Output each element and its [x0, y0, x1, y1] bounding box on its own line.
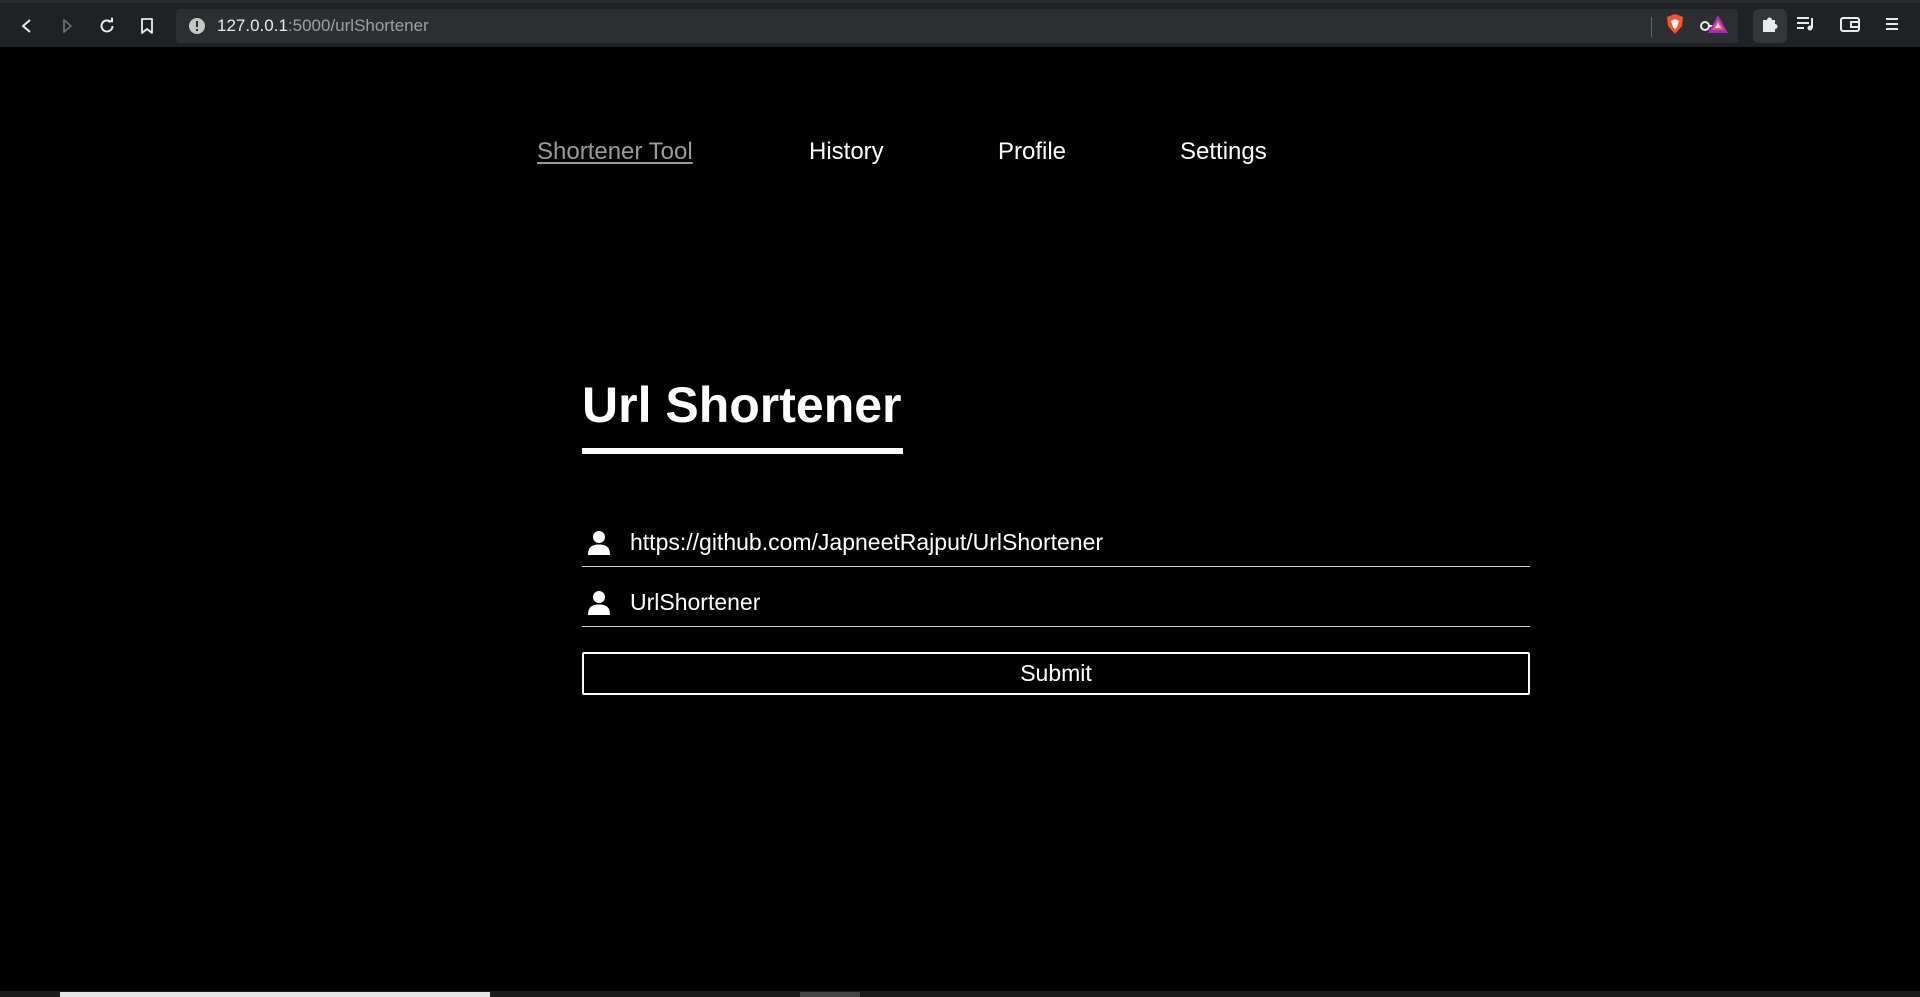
- scrollbar-thumb[interactable]: [60, 992, 490, 997]
- playlist-button[interactable]: [1792, 12, 1820, 40]
- playlist-icon: [1795, 15, 1817, 38]
- brave-shield-icon: [1665, 13, 1685, 40]
- title-underline: [582, 448, 903, 454]
- back-icon: [18, 17, 36, 35]
- nav-profile[interactable]: Profile: [998, 136, 1066, 168]
- back-button[interactable]: [12, 11, 42, 41]
- forward-icon: [58, 17, 76, 35]
- url-text[interactable]: 127.0.0.1:5000/urlShortener: [217, 17, 429, 35]
- url-path: :5000/urlShortener: [287, 16, 429, 35]
- user-icon: [587, 590, 611, 616]
- bookmark-button[interactable]: [132, 11, 162, 41]
- long-url-input[interactable]: [630, 523, 1520, 561]
- brave-rewards-icon: [1707, 14, 1729, 39]
- extensions-button[interactable]: [1753, 9, 1787, 43]
- info-icon[interactable]: [188, 17, 206, 35]
- submit-button[interactable]: Submit: [582, 652, 1530, 695]
- scrollbar-marker: [800, 992, 860, 997]
- bookmark-icon: [139, 17, 155, 35]
- horizontal-scrollbar[interactable]: [0, 991, 1920, 997]
- url-field[interactable]: [582, 517, 1530, 567]
- nav-settings[interactable]: Settings: [1180, 136, 1267, 168]
- toolbar-divider: [1651, 17, 1652, 37]
- reload-icon: [98, 17, 116, 35]
- puzzle-icon: [1760, 14, 1780, 39]
- reload-button[interactable]: [92, 11, 122, 41]
- forward-button[interactable]: [52, 11, 82, 41]
- browser-toolbar: 127.0.0.1:5000/urlShortener: [0, 0, 1920, 47]
- main-menu-button[interactable]: [1878, 12, 1906, 40]
- brave-shields-button[interactable]: [1661, 12, 1689, 40]
- nav-history[interactable]: History: [809, 136, 884, 168]
- address-bar[interactable]: 127.0.0.1:5000/urlShortener: [176, 9, 1738, 43]
- nav-shortener-tool[interactable]: Shortener Tool: [537, 136, 693, 168]
- user-icon: [587, 530, 611, 556]
- hamburger-menu-icon: [1883, 15, 1901, 38]
- wallet-icon: [1839, 15, 1861, 38]
- wallet-button[interactable]: [1836, 12, 1864, 40]
- main-nav: Shortener Tool History Profile Settings: [0, 136, 1920, 170]
- short-alias-input[interactable]: [630, 583, 1520, 621]
- brave-rewards-button[interactable]: [1704, 12, 1732, 40]
- url-host: 127.0.0.1: [217, 16, 288, 35]
- page-title: Url Shortener: [582, 377, 902, 433]
- alias-field[interactable]: [582, 577, 1530, 627]
